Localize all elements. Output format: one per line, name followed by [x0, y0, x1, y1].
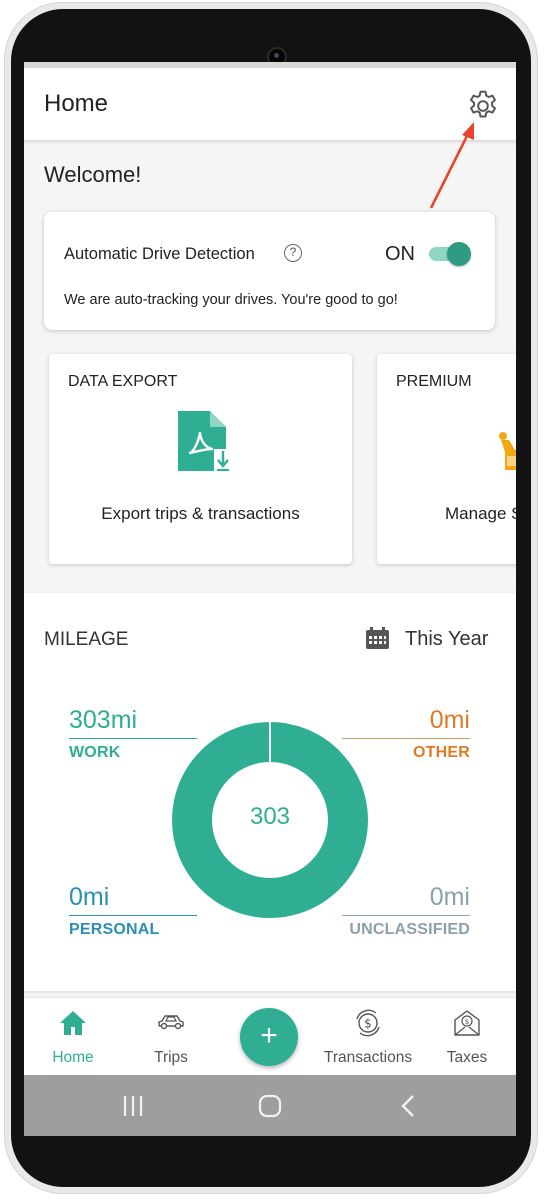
dollar-cycle-icon: $	[356, 1009, 380, 1037]
tax-envelope-icon: $	[454, 1010, 480, 1036]
pdf-download-icon	[178, 411, 232, 471]
page-title: Home	[44, 90, 109, 117]
work-miles-value: 303mi	[69, 706, 138, 734]
nav-label-trips: Trips	[154, 1049, 188, 1066]
toggle-state-label: ON	[385, 243, 415, 265]
drive-detection-title: Automatic Drive Detection	[64, 245, 255, 263]
drive-detection-card: Automatic Drive Detection ? ON We are au…	[44, 212, 495, 330]
back-icon[interactable]	[395, 1093, 423, 1119]
data-export-tile[interactable]: DATA EXPORT Export trips & transactions	[49, 354, 352, 564]
home-button-icon[interactable]	[256, 1093, 284, 1119]
premium-tile[interactable]: PREMIUM Manage S	[377, 354, 516, 564]
nav-label-taxes: Taxes	[446, 1049, 488, 1066]
svg-text:$: $	[465, 1018, 469, 1026]
toggle-knob	[447, 242, 471, 266]
annotation-arrow-icon	[429, 122, 474, 209]
drive-detection-toggle[interactable]	[429, 242, 471, 266]
mileage-title: MILEAGE	[44, 629, 129, 650]
bottom-nav: Home Trips + $ Transactions $ Taxes	[24, 997, 516, 1075]
home-icon	[60, 1011, 86, 1035]
nav-item-trips[interactable]: Trips	[134, 998, 208, 1076]
premium-title: PREMIUM	[396, 373, 472, 390]
car-icon	[158, 1015, 184, 1030]
svg-text:$: $	[364, 1017, 372, 1031]
question-circle-icon[interactable]: ?	[284, 244, 302, 262]
work-label: WORK	[69, 744, 121, 761]
nav-label-transactions: Transactions	[323, 1049, 413, 1066]
data-export-caption: Export trips & transactions	[101, 504, 300, 523]
system-nav-bar	[24, 1075, 516, 1136]
premium-icon	[499, 432, 516, 470]
drive-detection-subtitle: We are auto-tracking your drives. You're…	[64, 292, 398, 308]
nav-item-taxes[interactable]: $ Taxes	[430, 998, 504, 1076]
data-export-title: DATA EXPORT	[68, 373, 178, 390]
personal-label: PERSONAL	[69, 921, 160, 938]
unclassified-label: UNCLASSIFIED	[349, 921, 470, 938]
welcome-heading: Welcome!	[44, 162, 142, 187]
date-range-selector[interactable]: This Year	[405, 628, 488, 651]
nav-label-home: Home	[52, 1049, 94, 1066]
gear-icon[interactable]	[465, 88, 501, 124]
app-screen: Home Welcome! Automatic Drive Detection …	[24, 62, 516, 1136]
recent-apps-icon[interactable]	[119, 1093, 147, 1119]
add-button[interactable]: +	[240, 1008, 298, 1066]
premium-caption: Manage S	[445, 504, 516, 523]
personal-miles-value: 0mi	[69, 883, 110, 911]
nav-item-home[interactable]: Home	[36, 998, 110, 1076]
mileage-card: MILEAGE This Year 303mi WORK 0mi OTHER 0…	[24, 593, 516, 991]
donut-total: 303	[249, 803, 291, 830]
nav-item-transactions[interactable]: $ Transactions	[318, 998, 418, 1076]
calendar-icon[interactable]	[366, 627, 389, 649]
